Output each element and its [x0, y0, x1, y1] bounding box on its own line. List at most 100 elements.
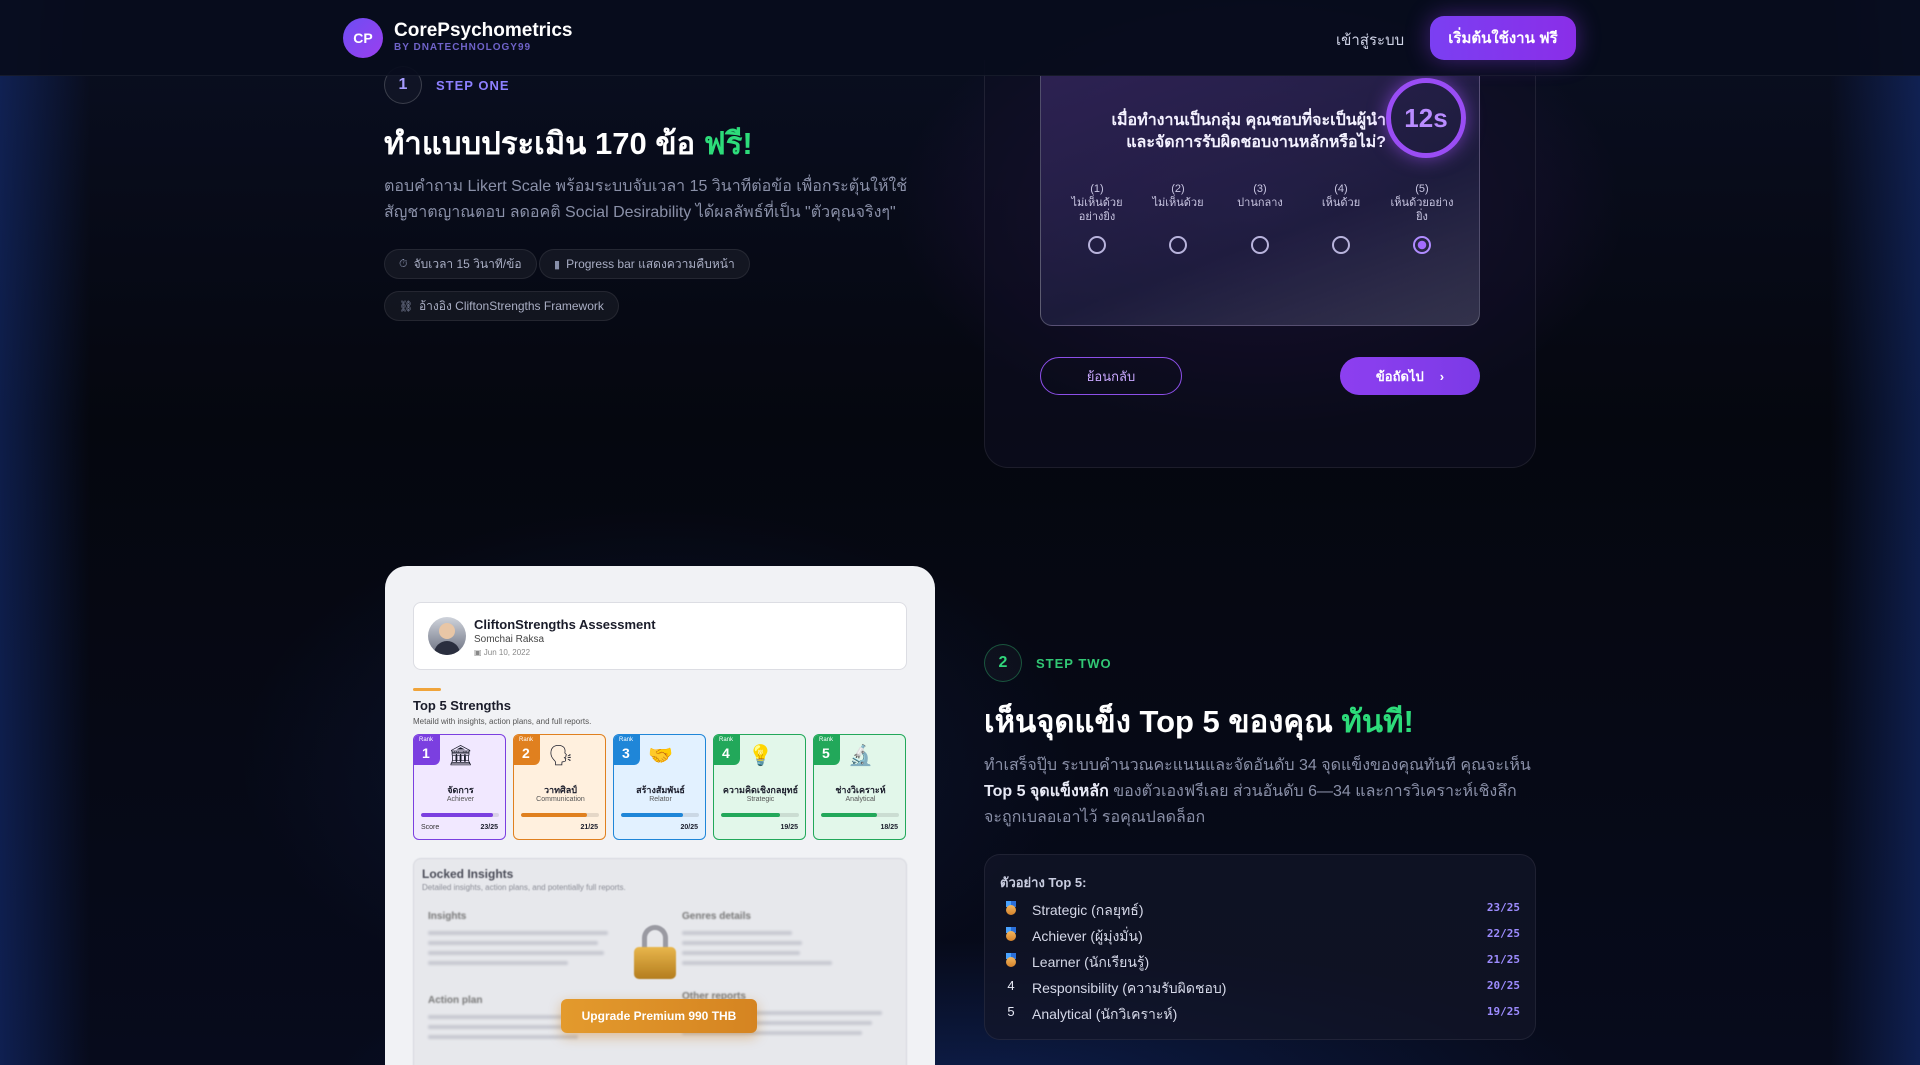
accent-line	[413, 688, 441, 691]
rank-badge: Rank 1	[414, 735, 440, 765]
upgrade-premium-button[interactable]: Upgrade Premium 990 THB	[561, 999, 757, 1033]
radio-option-3[interactable]	[1251, 236, 1269, 254]
locked-section-heading: Genres details	[682, 911, 751, 922]
right-glow	[1830, 0, 1920, 1065]
strength-card-3: Rank 3 🤝 สร้างสัมพันธ์ Relator 20/25	[613, 734, 706, 840]
score-bar-fill	[621, 813, 684, 817]
scale-option-1: (1) ไม่เห็นด้วยอย่างยิ่ง	[1062, 182, 1132, 224]
chip-framework: ⛓ อ้างอิง CliftonStrengths Framework	[384, 291, 619, 321]
strength-score: 22/25	[1486, 927, 1520, 940]
score-bar-fill	[721, 813, 781, 817]
top5-subheading: Metaild with insights, action plans, and…	[413, 717, 592, 726]
scale-option-2: (2) ไม่เห็นด้วย	[1143, 182, 1213, 210]
scale-text: ไม่เห็นด้วยอย่างยิ่ง	[1071, 197, 1123, 223]
rank-badge: Rank 5	[814, 735, 840, 765]
report-title: CliftonStrengths Assessment	[474, 617, 656, 632]
report-preview: CliftonStrengths Assessment Somchai Raks…	[385, 566, 935, 1065]
strength-name-th: จัดการ	[447, 785, 474, 795]
brand-subtitle: BY DNATECHNOLOGY99	[394, 42, 532, 53]
blurred-line	[428, 961, 568, 965]
strength-name-en: Achiever	[446, 796, 475, 803]
top5-row: 5 Analytical (นักวิเคราะห์) 19/25	[1000, 1002, 1520, 1026]
strength-name: Learner (นักเรียนรู้)	[1032, 954, 1150, 970]
locked-insights: Locked Insights Detailed insights, actio…	[413, 858, 907, 1065]
strength-card-5: Rank 5 🔬 ช่างวิเคราะห์ Analytical 18/25	[813, 734, 906, 840]
strength-emoji-icon: 🔬	[848, 745, 873, 767]
radio-option-4[interactable]	[1332, 236, 1350, 254]
rank-badge: Rank 2	[514, 735, 540, 765]
logo-badge[interactable]: CP	[343, 18, 383, 58]
strength-name: Achiever (ผู้มุ่งมั่น)	[1032, 928, 1143, 944]
report-person-name: Somchai Raksa	[474, 634, 545, 645]
blurred-line	[428, 951, 604, 955]
strength-emoji-icon: 🏛	[448, 745, 474, 767]
strength-emoji-icon: 🤝	[648, 745, 673, 767]
rank-label: Rank	[619, 737, 634, 743]
locked-subtitle: Detailed insights, action plans, and pot…	[422, 883, 626, 892]
score-value: 18/25	[880, 824, 898, 831]
quiz-question: เมื่อทำงานเป็นกลุ่ม คุณชอบที่จะเป็นผู้นำ…	[1111, 112, 1386, 151]
rank-label: Rank	[519, 737, 534, 743]
step-two-description: ทำเสร็จปุ๊บ ระบบคำนวณคะแนนและจัดอันดับ 3…	[984, 753, 1534, 831]
top-nav: CP CorePsychometrics BY DNATECHNOLOGY99 …	[0, 0, 1920, 76]
strength-name-th: สร้างสัมพันธ์	[636, 785, 685, 795]
step-one-title-highlight: ฟรี!	[703, 126, 753, 161]
scale-num: (1)	[1090, 183, 1104, 195]
strength-emoji-icon: 🗣	[548, 745, 574, 767]
back-button[interactable]: ย้อนกลับ	[1040, 357, 1182, 395]
rank-label: Rank	[419, 737, 434, 743]
chevron-right-icon: ›	[1439, 368, 1445, 384]
strength-name-en: Relator	[649, 796, 672, 803]
report-date-text: Jun 10, 2022	[483, 648, 531, 657]
avatar	[428, 617, 466, 655]
score-bar	[721, 813, 799, 817]
score-bar-fill	[421, 813, 493, 817]
radio-option-1[interactable]	[1088, 236, 1106, 254]
strength-score: 21/25	[1486, 953, 1520, 966]
scale-option-3: (3) ปานกลาง	[1225, 182, 1295, 210]
strength-name: Responsibility (ความรับผิดชอบ)	[1032, 980, 1227, 996]
rank-number: 3	[622, 745, 630, 761]
step-one-title: ทำแบบประเมิน 170 ข้อ ฟรี!	[384, 118, 753, 168]
strength-name-en: Strategic	[746, 796, 775, 803]
chart-icon: ▮	[554, 258, 561, 271]
scale-text: เห็นด้วยอย่างยิ่ง	[1390, 197, 1454, 223]
strength-score: 23/25	[1486, 901, 1520, 914]
step-two-label: STEP TWO	[1036, 656, 1112, 671]
score-value: 23/25	[480, 824, 498, 831]
radio-option-2[interactable]	[1169, 236, 1187, 254]
rank-number: 1	[422, 745, 430, 761]
brand-name[interactable]: CorePsychometrics	[394, 20, 572, 42]
login-link[interactable]: เข้าสู่ระบบ	[1336, 28, 1404, 52]
blurred-line	[682, 941, 802, 945]
score-bar	[421, 813, 499, 817]
strength-emoji-icon: 💡	[748, 745, 773, 767]
calendar-icon: ▣	[474, 648, 484, 657]
score-bar-fill	[521, 813, 587, 817]
blurred-line	[428, 1035, 578, 1039]
locked-section-heading: Action plan	[428, 995, 483, 1006]
start-free-button[interactable]: เริ่มต้นใช้งาน ฟรี	[1430, 16, 1576, 60]
radio-option-5[interactable]	[1413, 236, 1431, 254]
strength-name-th: ความคิดเชิงกลยุทธ์	[722, 785, 799, 795]
stopwatch-icon: ⏱	[399, 257, 408, 270]
scale-option-5: (5) เห็นด้วยอย่างยิ่ง	[1387, 182, 1457, 224]
report-header: CliftonStrengths Assessment Somchai Raks…	[413, 602, 907, 670]
chip-progress-label: Progress bar แสดงความคืบหน้า	[566, 256, 735, 271]
strength-card-4: Rank 4 💡 ความคิดเชิงกลยุทธ์ Strategic 19/25	[713, 734, 806, 840]
chip-timer: ⏱ จับเวลา 15 วินาที/ข้อ	[384, 249, 537, 279]
score-value: 20/25	[680, 824, 698, 831]
chip-progress: ▮ Progress bar แสดงความคืบหน้า	[539, 249, 750, 279]
report-date: ▣ Jun 10, 2022	[474, 648, 530, 657]
score-bar-fill	[821, 813, 878, 817]
strength-name-th: วาทศิลป์	[544, 785, 577, 795]
step-two-title-highlight: ทันที!	[1341, 704, 1414, 739]
blurred-line	[682, 951, 800, 955]
strength-score: 20/25	[1486, 979, 1520, 992]
next-button[interactable]: ข้อถัดไป ›	[1340, 357, 1480, 395]
score-label: Score	[421, 824, 440, 831]
scale-text: เห็นด้วย	[1321, 197, 1361, 209]
step-two-title-text: เห็นจุดแข็ง Top 5 ของคุณ	[984, 704, 1342, 739]
left-glow	[0, 0, 90, 1065]
medal-icon	[1005, 927, 1017, 941]
